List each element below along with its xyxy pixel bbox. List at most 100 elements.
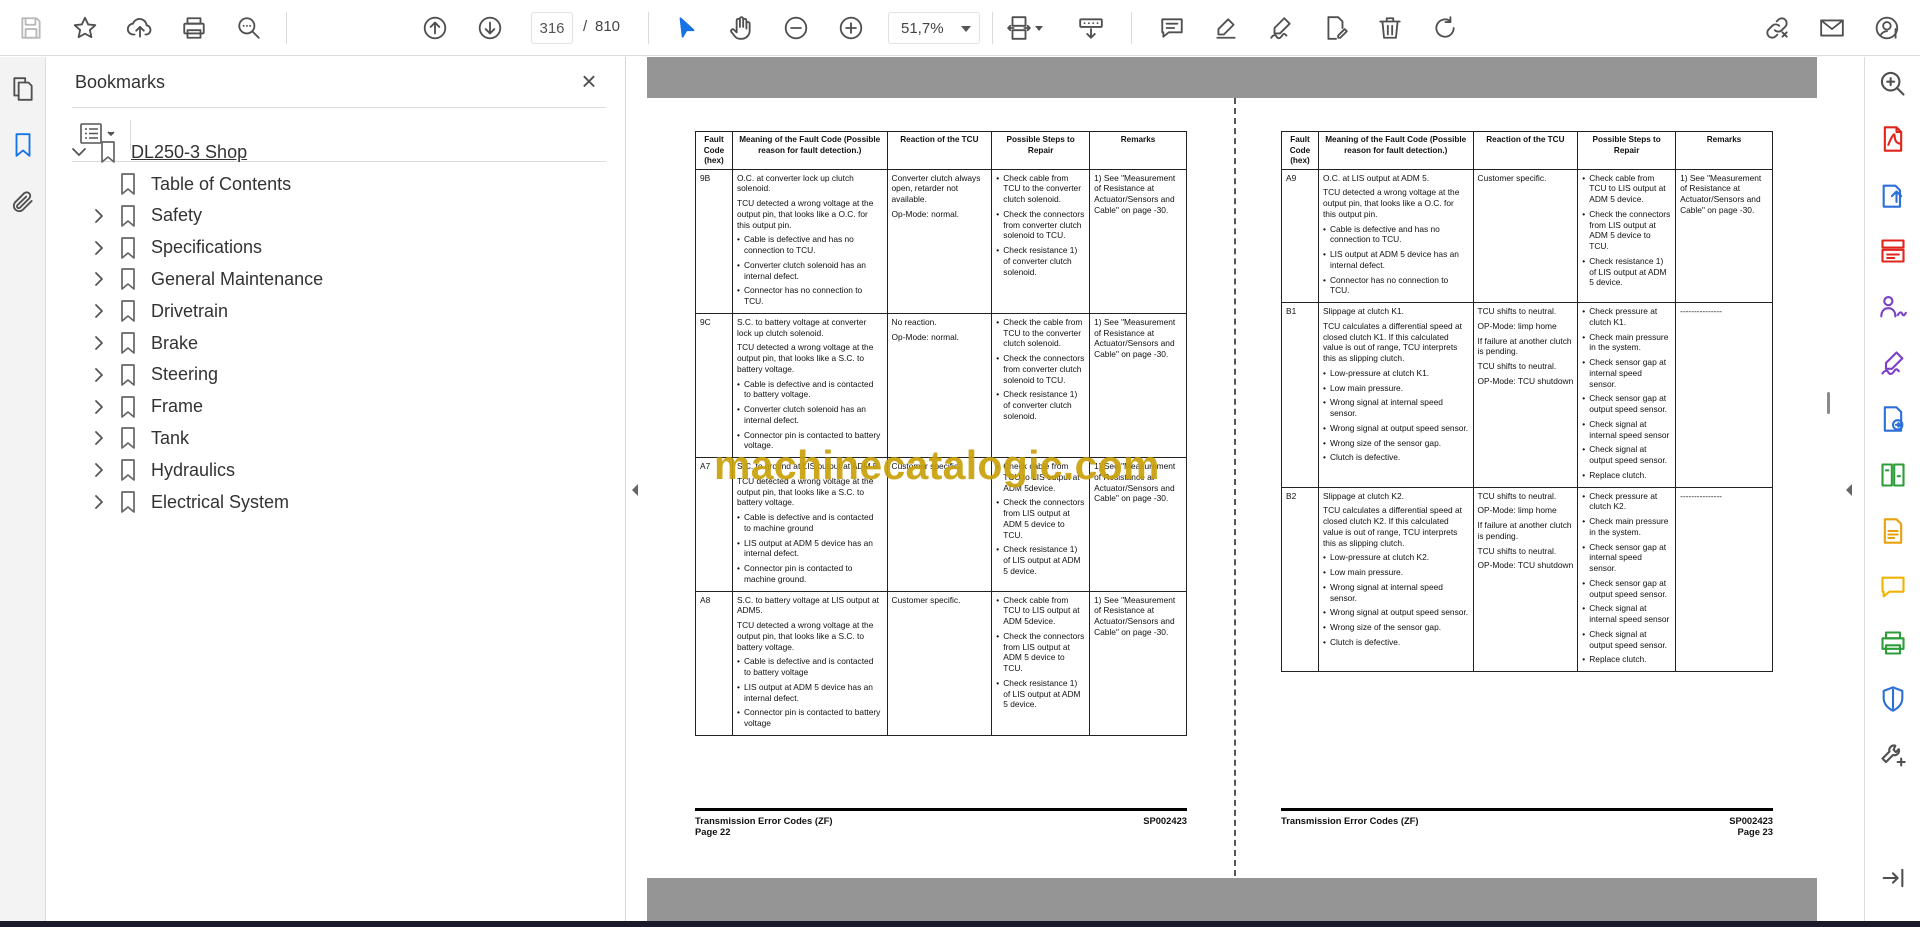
scroll-mode-icon[interactable] [1075, 12, 1107, 44]
bookmark-label[interactable]: Specifications [151, 237, 262, 258]
next-page-icon[interactable] [474, 12, 506, 44]
chevron-down-icon[interactable] [69, 142, 89, 162]
hand-tool-icon[interactable] [725, 12, 757, 44]
rotate-icon[interactable] [1429, 12, 1461, 44]
sign-icon[interactable] [1265, 12, 1297, 44]
table-row: 9B O.C. at converter lock up clutch solen… [695, 168, 1187, 314]
column-header: Reaction of the TCU [1472, 131, 1579, 170]
bookmark-label[interactable]: Drivetrain [151, 301, 228, 322]
remarks-cell: 1) See "Measurement of Resistance at Act… [1675, 168, 1773, 303]
zoom-in-icon[interactable] [835, 12, 867, 44]
bookmark-label[interactable]: Tank [151, 428, 189, 449]
bookmark-label[interactable]: DL250-3 Shop [131, 142, 247, 163]
chevron-right-icon[interactable] [89, 333, 109, 353]
bookmark-item[interactable]: Steering [89, 361, 218, 389]
previous-page-icon[interactable] [419, 12, 451, 44]
bookmark-icon [117, 395, 139, 419]
find-icon[interactable] [233, 12, 265, 44]
zoom-out-icon[interactable] [780, 12, 812, 44]
pages-thumbnail-icon[interactable] [8, 74, 38, 104]
bookmark-item[interactable]: Safety [89, 202, 202, 230]
table-row: B2 Slippage at clutch K2. TCU calculates a… [1281, 486, 1773, 672]
send-for-review-icon[interactable] [1877, 403, 1909, 435]
fault-code-cell: A8 [695, 590, 733, 736]
meaning-cell: Slippage at clutch K2. TCU calculates a d… [1317, 486, 1474, 672]
chevron-right-icon[interactable] [89, 460, 109, 480]
column-header: Reaction of the TCU [886, 131, 993, 170]
column-header: Fault Code (hex) [695, 131, 733, 170]
bookmark-root[interactable]: DL250-3 Shop [69, 138, 247, 166]
chevron-right-icon[interactable] [89, 301, 109, 321]
organize-pages-icon[interactable] [1877, 235, 1909, 267]
page-divider [1234, 98, 1236, 876]
bookmark-item[interactable]: General Maintenance [89, 265, 323, 293]
reaction-cell: Converter clutch always open, retarder n… [886, 168, 993, 314]
scrollbar-thumb[interactable] [1827, 392, 1830, 414]
export-pdf-icon[interactable] [1877, 123, 1909, 155]
collapse-panel-icon[interactable] [630, 480, 640, 500]
bookmark-label[interactable]: Steering [151, 364, 218, 385]
bookmark-item[interactable]: Drivetrain [89, 297, 228, 325]
print-icon[interactable] [178, 12, 210, 44]
expand-panel-icon[interactable] [1844, 480, 1854, 500]
attachment-icon[interactable] [8, 187, 38, 217]
bookmark-label[interactable]: Table of Contents [151, 174, 291, 195]
reaction-cell: No reaction. Op-Mode: normal. [886, 312, 993, 459]
bookmark-label[interactable]: Hydraulics [151, 460, 235, 481]
column-header: Meaning of the Fault Code (Possible reas… [731, 131, 888, 170]
edit-pdf-icon[interactable] [1877, 515, 1909, 547]
create-pdf-icon[interactable] [1877, 179, 1909, 211]
select-tool-icon[interactable] [671, 12, 703, 44]
chevron-right-icon[interactable] [89, 397, 109, 417]
chevron-right-icon[interactable] [89, 428, 109, 448]
zoom-search-icon[interactable] [1877, 68, 1909, 100]
comment-icon[interactable] [1877, 571, 1909, 603]
bookmark-item[interactable]: Electrical System [89, 488, 289, 516]
print-production-icon[interactable] [1877, 627, 1909, 659]
bookmark-label[interactable]: Brake [151, 333, 198, 354]
email-icon[interactable] [1816, 12, 1848, 44]
highlight-icon[interactable] [1210, 12, 1242, 44]
save-icon[interactable] [15, 12, 47, 44]
repair-steps-cell: Check cable from TCU to the converter cl… [991, 168, 1091, 314]
table-row: 9C S.C. to battery voltage at converter l… [695, 312, 1187, 459]
comment-icon[interactable] [1156, 12, 1188, 44]
bookmark-item[interactable]: Tank [89, 424, 189, 452]
compare-files-icon[interactable] [1877, 459, 1909, 491]
close-icon[interactable]: × [576, 68, 602, 95]
chevron-right-icon[interactable] [89, 206, 109, 226]
delete-icon[interactable] [1374, 12, 1406, 44]
fill-sign-icon[interactable] [1320, 12, 1352, 44]
bookmark-item[interactable]: Brake [89, 329, 198, 357]
bookmark-item[interactable]: Table of Contents [89, 170, 291, 198]
more-tools-icon[interactable] [1877, 739, 1909, 771]
fill-sign-icon[interactable] [1877, 347, 1909, 379]
bookmark-item[interactable]: Specifications [89, 234, 262, 262]
share-link-icon[interactable] [1761, 12, 1793, 44]
bookmark-label[interactable]: Electrical System [151, 492, 289, 513]
repair-steps-cell: Check the cable from TCU to the converte… [991, 312, 1091, 459]
star-icon[interactable] [69, 12, 101, 44]
expand-panel-icon[interactable] [1877, 862, 1909, 894]
bookmark-label[interactable]: Frame [151, 396, 203, 417]
chevron-right-icon[interactable] [89, 238, 109, 258]
column-header: Remarks [1089, 131, 1187, 170]
chevron-right-icon[interactable] [89, 365, 109, 385]
current-page-input[interactable] [531, 12, 573, 44]
remarks-cell: 1) See "Measurement of Resistance at Act… [1089, 168, 1187, 314]
bookmark-label[interactable]: Safety [151, 205, 202, 226]
chevron-right-icon[interactable] [89, 492, 109, 512]
repair-steps-cell: Check cable from TCU to LIS output at AD… [1577, 168, 1677, 303]
account-icon[interactable] [1872, 12, 1904, 44]
bookmark-item[interactable]: Hydraulics [89, 456, 235, 484]
bookmark-icon[interactable] [8, 130, 38, 160]
chevron-right-icon[interactable] [89, 269, 109, 289]
bookmark-item[interactable]: Frame [89, 393, 203, 421]
bookmark-label[interactable]: General Maintenance [151, 269, 323, 290]
upload-icon[interactable] [124, 12, 156, 44]
request-signature-icon[interactable] [1877, 291, 1909, 323]
page-fit-icon[interactable] [1003, 12, 1043, 44]
total-pages: 810 [595, 18, 621, 35]
protect-icon[interactable] [1877, 683, 1909, 715]
zoom-dropdown[interactable]: 51,7% [888, 12, 980, 44]
